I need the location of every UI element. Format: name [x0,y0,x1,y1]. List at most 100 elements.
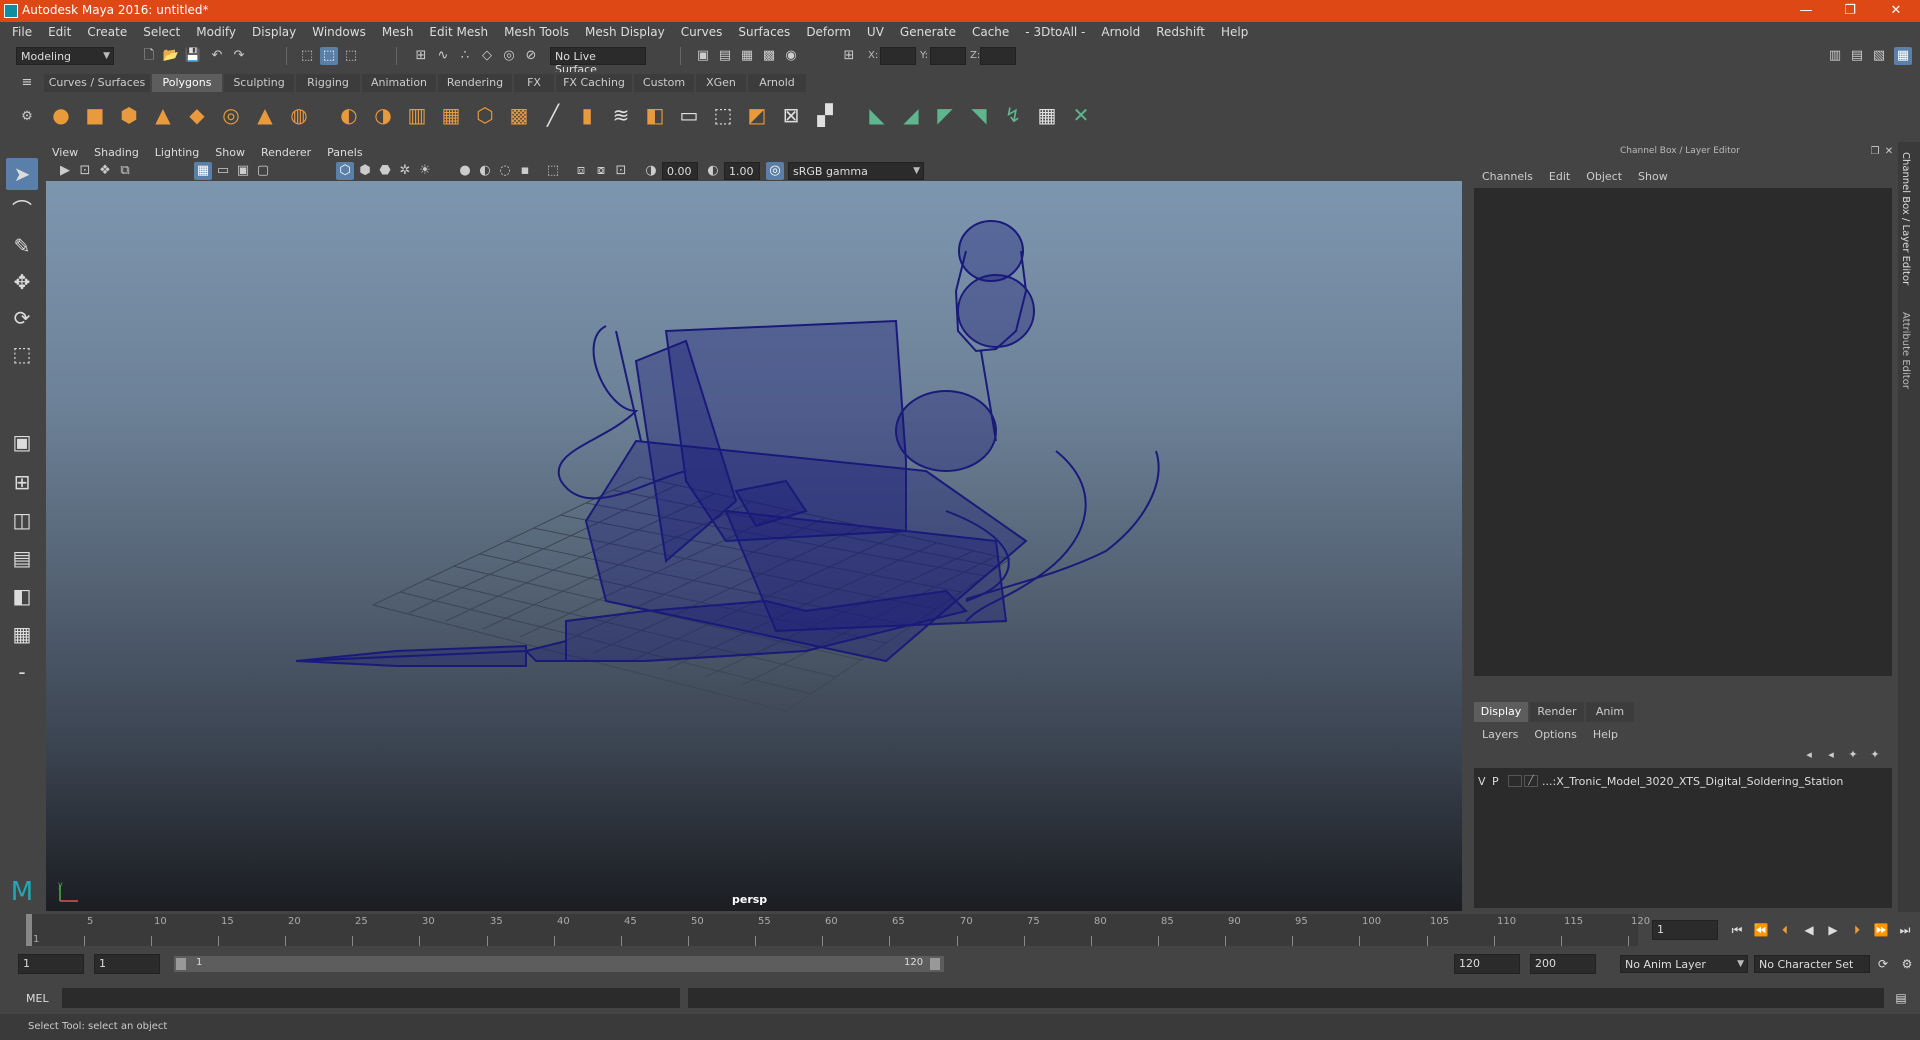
use-all-lights-icon[interactable]: ☀ [416,162,434,180]
gamma-field[interactable]: 1.00 [724,162,760,180]
wireframe-icon[interactable]: ⬡ [336,162,354,180]
scale-tool-icon[interactable]: ⬚ [6,338,38,370]
gate-mask-icon[interactable]: ▢ [254,162,272,180]
range-end-handle[interactable] [930,958,940,970]
tab-render[interactable]: Render [1530,702,1584,722]
tab-rigging[interactable]: Rigging [296,74,360,92]
menu-3dtoall[interactable]: - 3DtoAll - [1017,25,1093,39]
close-panel-icon[interactable]: ✕ [1880,143,1898,161]
extrude-icon[interactable]: ▩ [506,102,532,128]
channel-menu-edit[interactable]: Edit [1541,170,1578,183]
offset-edge-loop-icon[interactable]: ⬚ [710,102,736,128]
select-by-object-icon[interactable]: ⬚ [320,47,338,65]
shelf-menu-icon[interactable]: ≡ [18,74,36,92]
perspective-viewport[interactable]: y persp [46,181,1462,911]
rotate-tool-icon[interactable]: ⟳ [6,302,38,334]
preferences-icon[interactable]: ⚙ [1898,955,1916,973]
grid-toggle-icon[interactable]: ▦ [194,162,212,180]
tab-fx[interactable]: FX [514,74,554,92]
new-layer-selected-icon[interactable]: ✦ [1866,746,1884,764]
tab-arnold[interactable]: Arnold [748,74,806,92]
select-by-hierarchy-icon[interactable]: ⬚ [298,47,316,65]
render-frame-icon[interactable]: ▤ [716,47,734,65]
tab-curves-surfaces[interactable]: Curves / Surfaces [44,74,150,92]
attribute-editor-icon[interactable]: ▤ [1848,47,1866,65]
snap-grid-icon[interactable]: ⊞ [412,47,430,65]
move-tool-icon[interactable]: ✥ [6,266,38,298]
mel-label[interactable]: MEL [26,992,49,1005]
layer-visibility-toggle[interactable]: V [1474,775,1488,788]
poly-cylinder-icon[interactable]: ⬢ [116,102,142,128]
render-view-icon[interactable]: ▣ [694,47,712,65]
camera-attributes-icon[interactable]: ⊡ [76,162,94,180]
menu-generate[interactable]: Generate [892,25,964,39]
tab-sculpting[interactable]: Sculpting [224,74,294,92]
wireframe-on-shaded-icon[interactable]: ⬣ [376,162,394,180]
persp-outliner-layout-icon[interactable]: ◫ [6,504,38,536]
step-forward-frame-icon[interactable]: ⏩ [1872,921,1890,939]
viewport-menu-renderer[interactable]: Renderer [253,146,319,159]
snap-live-icon[interactable]: ⊘ [522,47,540,65]
merge-icon[interactable]: ⊠ [778,102,804,128]
menu-select[interactable]: Select [135,25,188,39]
extract-icon[interactable]: ▥ [404,102,430,128]
smooth-icon[interactable]: ▦ [438,102,464,128]
menu-create[interactable]: Create [79,25,135,39]
layer-type-toggle[interactable] [1508,775,1522,787]
menu-windows[interactable]: Windows [304,25,374,39]
insert-edge-loop-icon[interactable]: ▭ [676,102,702,128]
film-gate-icon[interactable]: ▭ [214,162,232,180]
layer-color-swatch[interactable]: ╱ [1524,775,1538,787]
smooth-shade-icon[interactable]: ⬢ [356,162,374,180]
modeling-toolkit-icon[interactable]: ▥ [1826,47,1844,65]
tool-settings-icon[interactable]: ▧ [1870,47,1888,65]
append-polygon-icon[interactable]: ◧ [642,102,668,128]
go-to-end-icon[interactable]: ⏭ [1896,921,1914,939]
anti-aliasing-icon[interactable]: ▪ [516,162,534,180]
lasso-tool-icon[interactable]: ⌒ [6,194,38,226]
move-layer-down-icon[interactable]: ◂ [1822,746,1840,764]
target-weld-icon[interactable]: ▞ [812,102,838,128]
mirror-icon[interactable]: ⬡ [472,102,498,128]
menu-help[interactable]: Help [1213,25,1256,39]
tab-animation[interactable]: Animation [362,74,436,92]
multi-cut-icon[interactable]: ╱ [540,102,566,128]
transform-mode-icon[interactable]: ⊞ [840,47,858,65]
playback-end-field[interactable]: 120 [1454,954,1520,974]
menu-redshift[interactable]: Redshift [1148,25,1213,39]
viewport-menu-shading[interactable]: Shading [86,146,147,159]
snap-point-icon[interactable]: ∴ [456,47,474,65]
bookmark-icon[interactable]: ❖ [96,162,114,180]
menu-uv[interactable]: UV [859,25,892,39]
animation-start-field[interactable]: 1 [18,954,84,974]
resolution-gate-icon[interactable]: ▣ [234,162,252,180]
image-plane-icon[interactable]: ⧉ [116,162,134,180]
anim-layer-dropdown[interactable]: No Anim Layer ▼ [1620,955,1748,973]
x-field[interactable] [880,47,916,65]
poly-plane-icon[interactable]: ◆ [184,102,210,128]
menu-surfaces[interactable]: Surfaces [730,25,798,39]
tab-display[interactable]: Display [1474,702,1528,722]
shadows-icon[interactable]: ● [456,162,474,180]
play-forwards-icon[interactable]: ▶ [1824,921,1842,939]
bridge-icon[interactable]: ≋ [608,102,634,128]
menu-curves[interactable]: Curves [673,25,731,39]
y-field[interactable] [930,47,966,65]
poly-sphere-icon[interactable]: ● [48,102,74,128]
close-button[interactable]: ✕ [1876,1,1916,21]
collapse-toolbox-icon[interactable]: - [6,656,38,688]
menu-display[interactable]: Display [244,25,304,39]
step-back-key-icon[interactable]: ⏴ [1776,921,1794,939]
maximize-button[interactable]: ❐ [1830,1,1870,21]
channel-menu-show[interactable]: Show [1630,170,1676,183]
menu-deform[interactable]: Deform [798,25,859,39]
new-scene-icon[interactable]: 🗋 [140,47,158,65]
automatic-mapping-icon[interactable]: ◥ [966,102,992,128]
auto-key-icon[interactable]: ⟳ [1874,955,1892,973]
undo-icon[interactable]: ↶ [208,47,226,65]
menu-cache[interactable]: Cache [964,25,1017,39]
color-space-dropdown[interactable]: sRGB gamma ▼ [788,162,924,180]
tab-fx-caching[interactable]: FX Caching [556,74,632,92]
single-perspective-layout-icon[interactable]: ▣ [6,426,38,458]
sew-uv-icon[interactable]: ✕ [1068,102,1094,128]
